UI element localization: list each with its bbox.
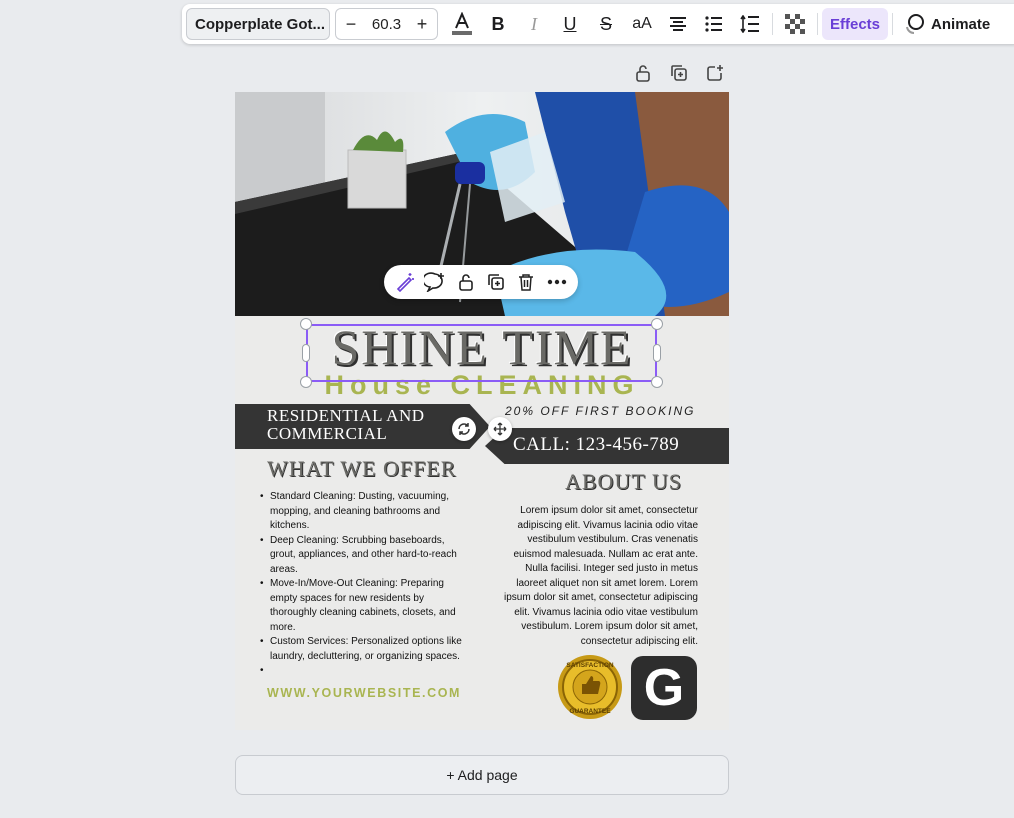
font-size-input[interactable]: 60.3 xyxy=(366,16,407,33)
strikethrough-button[interactable]: S xyxy=(588,8,624,40)
move-handle[interactable] xyxy=(488,417,512,441)
align-button[interactable] xyxy=(660,8,696,40)
lock-icon xyxy=(459,274,473,291)
resize-handle-bottom-right[interactable] xyxy=(651,376,663,388)
text-color-icon xyxy=(452,12,472,35)
lock-icon xyxy=(636,65,650,82)
resize-handle-top-right[interactable] xyxy=(651,318,663,330)
spacing-button[interactable] xyxy=(732,8,768,40)
underline-button[interactable]: U xyxy=(552,8,588,40)
animate-button[interactable]: Animate xyxy=(897,8,996,40)
add-page-top-button[interactable] xyxy=(702,62,728,84)
text-color-button[interactable] xyxy=(444,8,480,40)
bullet-list-icon xyxy=(705,16,722,32)
comment-button[interactable] xyxy=(423,270,447,294)
animate-label: Animate xyxy=(931,15,991,33)
duplicate-page-icon xyxy=(671,65,687,81)
move-icon xyxy=(493,422,507,436)
resize-handle-bottom-left[interactable] xyxy=(300,376,312,388)
page-actions xyxy=(630,62,728,84)
list-button[interactable] xyxy=(696,8,732,40)
bold-button[interactable]: B xyxy=(480,8,516,40)
delete-icon xyxy=(519,274,534,291)
lock-element-button[interactable] xyxy=(454,270,478,294)
delete-element-button[interactable] xyxy=(514,270,538,294)
decrease-font-size-button[interactable]: − xyxy=(336,14,366,35)
duplicate-icon xyxy=(488,274,504,290)
call-ribbon[interactable]: CALL: 123-456-789 xyxy=(485,428,729,464)
discount-text[interactable]: 20% OFF FIRST BOOKING xyxy=(505,404,695,418)
font-family-dropdown[interactable]: Copperplate Got... xyxy=(186,8,330,40)
animate-icon xyxy=(906,14,925,35)
offer-heading[interactable]: WHAT WE OFFER xyxy=(267,456,456,482)
transparency-button[interactable] xyxy=(777,8,813,40)
toolbar-divider xyxy=(892,13,894,35)
lock-page-button[interactable] xyxy=(630,62,656,84)
magic-edit-button[interactable] xyxy=(393,270,417,294)
guarantee-seal-icon: SATISFACTION GUARANTEE xyxy=(558,655,622,719)
align-center-icon xyxy=(670,17,686,31)
offer-list[interactable]: Standard Cleaning: Dusting, vacuuming, m… xyxy=(260,490,470,679)
list-item: Standard Cleaning: Dusting, vacuuming, m… xyxy=(260,490,470,534)
badge-top-text: SATISFACTION xyxy=(566,662,613,669)
add-page-button[interactable]: + Add page xyxy=(235,755,729,795)
more-icon xyxy=(547,279,566,285)
satisfaction-badge[interactable]: SATISFACTION GUARANTEE xyxy=(557,654,623,720)
list-item: Custom Services: Personalized options li… xyxy=(260,635,470,664)
call-text: CALL: 123-456-789 xyxy=(513,434,680,455)
toolbar-divider xyxy=(817,13,818,35)
resize-handle-top-left[interactable] xyxy=(300,318,312,330)
duplicate-element-button[interactable] xyxy=(484,270,508,294)
badge-bottom-text: GUARANTEE xyxy=(569,708,611,715)
google-logo[interactable]: G xyxy=(631,656,697,720)
element-floating-toolbar xyxy=(384,265,578,299)
resize-handle-right[interactable] xyxy=(653,344,661,362)
list-item: Deep Cleaning: Scrubbing baseboards, gro… xyxy=(260,534,470,578)
add-page-icon xyxy=(707,65,723,81)
effects-button[interactable]: Effects xyxy=(822,8,889,40)
rotate-handle[interactable] xyxy=(452,417,476,441)
italic-button[interactable]: I xyxy=(516,8,552,40)
resize-handle-left[interactable] xyxy=(302,344,310,362)
about-paragraph[interactable]: Lorem ipsum dolor sit amet, consectetur … xyxy=(493,504,698,649)
about-heading[interactable]: ABOUT US xyxy=(565,469,682,495)
increase-font-size-button[interactable]: + xyxy=(407,14,437,35)
font-size-control: − 60.3 + xyxy=(335,8,438,40)
website-text[interactable]: WWW.YOURWEBSITE.COM xyxy=(267,686,461,700)
text-selection-box xyxy=(306,324,657,382)
letter-case-button[interactable]: aA xyxy=(624,8,660,40)
design-page[interactable]: SHINE TIME House CLEANING RESIDENTIAL AN… xyxy=(235,92,729,730)
list-item xyxy=(260,664,470,679)
comment-icon xyxy=(424,272,445,292)
line-spacing-icon xyxy=(740,15,759,33)
duplicate-page-button[interactable] xyxy=(666,62,692,84)
toolbar-divider xyxy=(772,13,773,35)
magic-edit-icon xyxy=(397,273,415,292)
more-options-button[interactable] xyxy=(545,270,569,294)
text-toolbar: Copperplate Got... − 60.3 + B I U S aA E… xyxy=(182,4,1014,44)
rotate-icon xyxy=(458,423,470,435)
list-item: Move-In/Move-Out Cleaning: Preparing emp… xyxy=(260,577,470,635)
transparency-icon xyxy=(785,14,805,34)
